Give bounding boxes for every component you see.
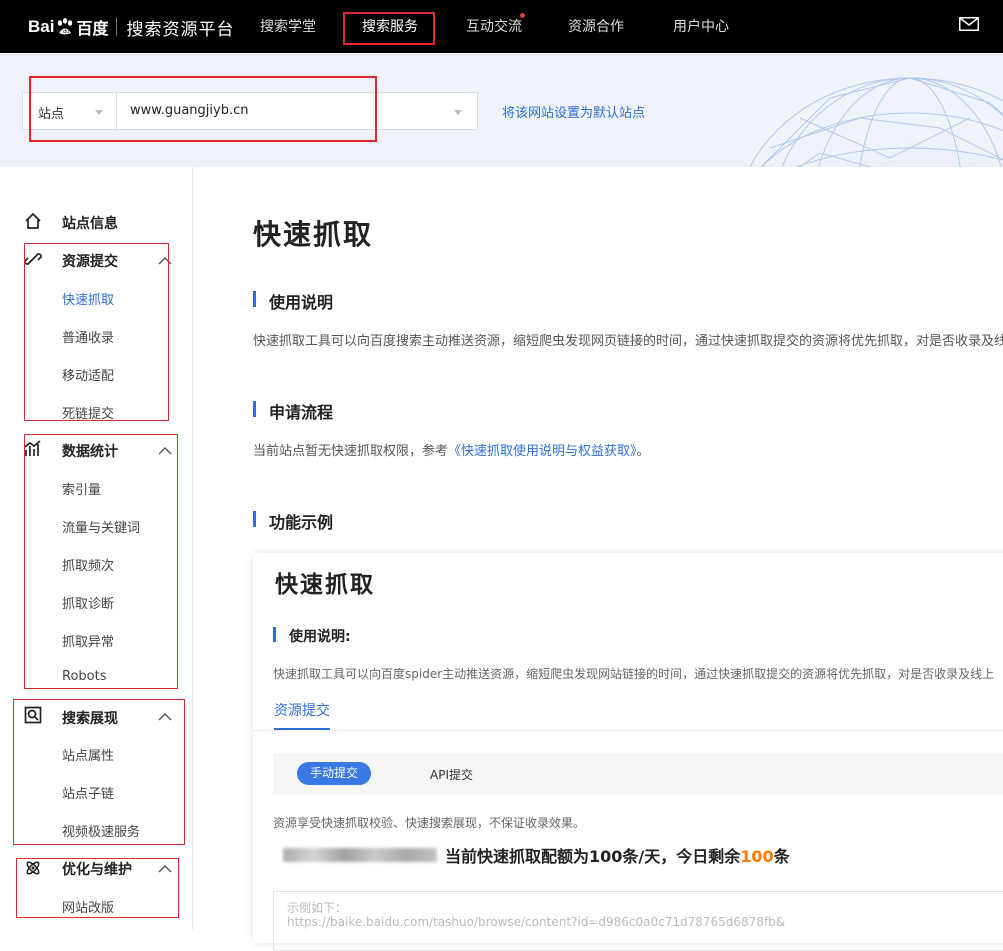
section-title-usage: 使用说明 [269,293,334,312]
quota-text: 当前快速抓取配额为100条/天，今日剩余100条 [445,843,790,867]
site-banner: 站点 www.guangjiyb.cn 将该网站设置为默认站点 [0,53,1003,167]
example-note: 资源享受快速抓取校验、快速搜索展现，不保证收录效果。 [273,816,586,830]
tab-divider [253,730,1003,731]
section-marker [253,291,256,307]
home-icon [25,212,41,229]
section-title-example: 功能示例 [269,513,334,532]
highlight-box-group-3 [13,699,185,845]
mail-icon[interactable] [959,17,979,31]
example-usage-text: 快速抓取工具可以向百度spider主动推送资源，缩短爬虫发现网站链接的时间，通过… [273,667,995,681]
quota-remaining: 100 [740,847,774,866]
section-marker [253,401,256,417]
highlight-box-nav [343,12,435,45]
logo-text-du: 百度 [76,19,109,38]
baidu-paw-icon: du [58,18,73,35]
platform-title: 搜索资源平台 [126,19,235,40]
example-tab-resource-submit: 资源提交 [274,703,330,719]
nav-search-school[interactable]: 搜索学堂 [260,0,316,53]
textarea-placeholder-2: https://baike.baidu.com/tashuo/browse/co… [287,915,786,929]
highlight-box-site [29,76,377,142]
top-nav-bar: Bai du 百度 搜索资源平台 搜索学堂 搜索服务 互动交流 资源合作 用户中… [0,0,1003,53]
highlight-box-group-4 [16,858,179,918]
example-title: 快速抓取 [275,572,375,598]
highlight-box-group-1 [24,243,169,421]
quota-prefix: 当前快速抓取配额为 [445,847,590,866]
baidu-logo[interactable]: Bai du 百度 搜索资源平台 [28,12,234,42]
quota-total: 100 [589,847,623,866]
feature-example-card: 快速抓取 使用说明: 快速抓取工具可以向百度spider主动推送资源，缩短爬虫发… [253,553,1003,951]
chevron-down-icon [454,110,462,115]
example-url-textarea: 示例如下： https://baike.baidu.com/tashuo/bro… [273,891,1003,951]
example-manual-submit-tab: 手动提交 [297,762,371,785]
sidebar-item-site-info[interactable]: 站点信息 [62,213,118,233]
notification-dot [520,13,525,18]
quota-mid: 条/天，今日剩余 [622,847,741,866]
highlight-box-group-2 [24,434,178,689]
example-subtabs: 手动提交 API提交 [273,753,1003,795]
apply-text-suffix: 。 [636,444,650,459]
section-marker [253,511,256,527]
example-api-submit-tab: API提交 [430,768,473,782]
nav-interaction[interactable]: 互动交流 [466,0,522,53]
sidebar: 站点信息 资源提交 快速抓取 普通收录 移动适配 死链提交 数据统计 索引量 流… [0,167,193,930]
textarea-placeholder-1: 示例如下： [287,901,348,915]
globe-decoration [749,77,1003,167]
example-quota-line: 当前快速抓取配额为100条/天，今日剩余100条 [283,843,790,867]
apply-text-prefix: 当前站点暂无快速抓取权限，参考 [253,444,449,459]
svg-text:du: du [63,29,69,35]
logo-text-bai: Bai [28,17,55,36]
section-title-apply: 申请流程 [269,403,334,422]
example-usage-title: 使用说明: [289,629,351,645]
section-marker [273,627,276,642]
set-default-site-link[interactable]: 将该网站设置为默认站点 [502,102,645,121]
quota-suffix: 条 [773,847,790,866]
logo-separator [116,18,118,36]
guide-link[interactable]: 《快速抓取使用说明与权益获取》 [448,444,637,459]
nav-user-center[interactable]: 用户中心 [673,0,729,53]
apply-description: 当前站点暂无快速抓取权限，参考《快速抓取使用说明与权益获取》。 [253,440,650,459]
page-title: 快速抓取 [253,218,374,251]
blurred-site-url [283,848,437,862]
nav-resource-cooperation[interactable]: 资源合作 [568,0,624,53]
usage-description: 快速抓取工具可以向百度搜索主动推送资源，缩短爬虫发现网页链接的时间，通过快速抓取… [253,334,1003,349]
